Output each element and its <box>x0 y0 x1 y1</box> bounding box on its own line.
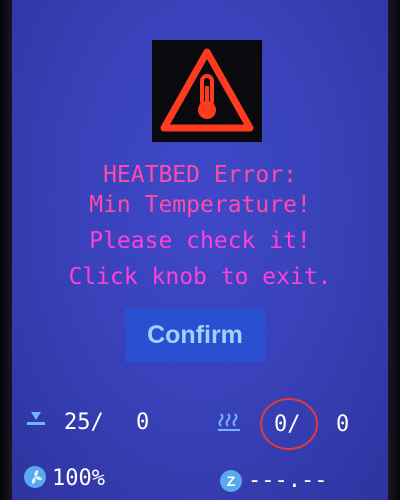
nozzle-target-temp: 0 <box>336 412 350 437</box>
exit-hint: Click knob to exit. <box>68 264 332 290</box>
error-detail: Min Temperature! <box>89 192 311 218</box>
z-position: ---.-- <box>248 468 328 493</box>
heat-waves-icon <box>218 413 240 431</box>
annotation-circle <box>260 398 318 450</box>
svg-text:Z: Z <box>227 473 236 489</box>
fan-icon <box>24 466 46 488</box>
error-title: HEATBED Error: <box>103 162 297 188</box>
fan-speed: 100% <box>52 466 105 491</box>
z-axis-icon: Z <box>220 470 242 492</box>
bed-target-temp: 0 <box>136 410 150 435</box>
confirm-button[interactable]: Confirm <box>125 308 265 362</box>
warning-panel <box>152 40 262 142</box>
heatbed-icon <box>27 412 45 425</box>
thermometer-warning-icon <box>160 48 254 132</box>
lcd-screen: HEATBED Error: Min Temperature! Please c… <box>12 0 388 500</box>
bed-current-temp: 25/ <box>64 410 104 435</box>
error-instruction: Please check it! <box>89 228 311 254</box>
